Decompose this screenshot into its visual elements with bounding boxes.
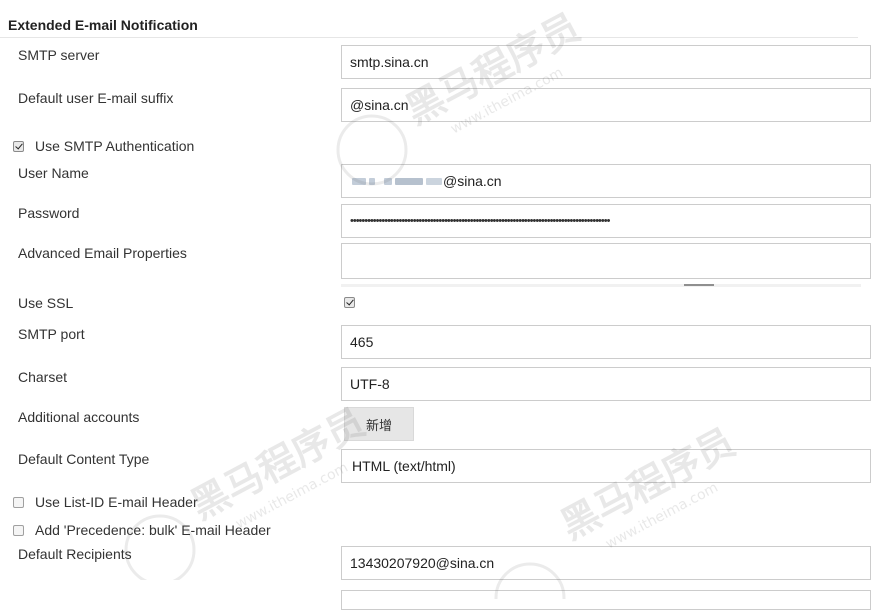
content-type-select[interactable]: HTML (text/html) <box>341 449 871 483</box>
svg-text:黑马程序员: 黑马程序员 <box>554 420 742 548</box>
svg-text:www.itheima.com: www.itheima.com <box>603 480 721 553</box>
list-id-label: Use List-ID E-mail Header <box>35 494 198 510</box>
email-suffix-label: Default user E-mail suffix <box>18 90 174 106</box>
advanced-props-label: Advanced Email Properties <box>18 245 187 261</box>
redacted-username <box>350 174 442 188</box>
list-id-checkbox[interactable] <box>13 496 24 508</box>
use-ssl-label: Use SSL <box>18 295 74 311</box>
smtp-server-input[interactable]: smtp.sina.cn <box>341 45 871 79</box>
section-divider <box>0 37 858 38</box>
smtp-port-input[interactable]: 465 <box>341 325 871 359</box>
next-field-input[interactable] <box>341 590 871 610</box>
precedence-checkbox[interactable] <box>13 524 24 536</box>
advanced-props-textarea[interactable] <box>341 243 871 279</box>
user-name-label: User Name <box>18 165 89 181</box>
additional-accounts-label: Additional accounts <box>18 409 140 425</box>
textarea-resize-grip-icon[interactable] <box>684 284 714 286</box>
add-account-button[interactable]: 新增 <box>344 407 414 441</box>
list-id-row: Use List-ID E-mail Header <box>13 494 198 510</box>
user-name-input[interactable]: @sina.cn <box>341 164 871 198</box>
precedence-label: Add 'Precedence: bulk' E-mail Header <box>35 522 271 538</box>
smtp-auth-checkbox[interactable] <box>13 140 24 152</box>
smtp-port-label: SMTP port <box>18 326 85 342</box>
smtp-auth-label: Use SMTP Authentication <box>35 138 195 154</box>
charset-label: Charset <box>18 369 68 385</box>
textarea-resize-bar[interactable] <box>341 284 861 287</box>
smtp-server-label: SMTP server <box>18 47 100 63</box>
smtp-auth-row: Use SMTP Authentication <box>13 138 194 154</box>
recipients-input[interactable]: 13430207920@sina.cn <box>341 546 871 580</box>
content-type-label: Default Content Type <box>18 451 150 467</box>
section-title: Extended E-mail Notification <box>8 17 198 33</box>
use-ssl-checkbox[interactable] <box>344 297 355 308</box>
password-input[interactable]: ••••••••••••••••••••••••••••••••••••••••… <box>341 204 871 238</box>
password-label: Password <box>18 205 80 221</box>
charset-input[interactable]: UTF-8 <box>341 367 871 401</box>
user-name-domain: @sina.cn <box>443 173 502 189</box>
email-suffix-input[interactable]: @sina.cn <box>341 88 871 122</box>
recipients-label: Default Recipients <box>18 546 132 562</box>
precedence-row: Add 'Precedence: bulk' E-mail Header <box>13 522 271 538</box>
